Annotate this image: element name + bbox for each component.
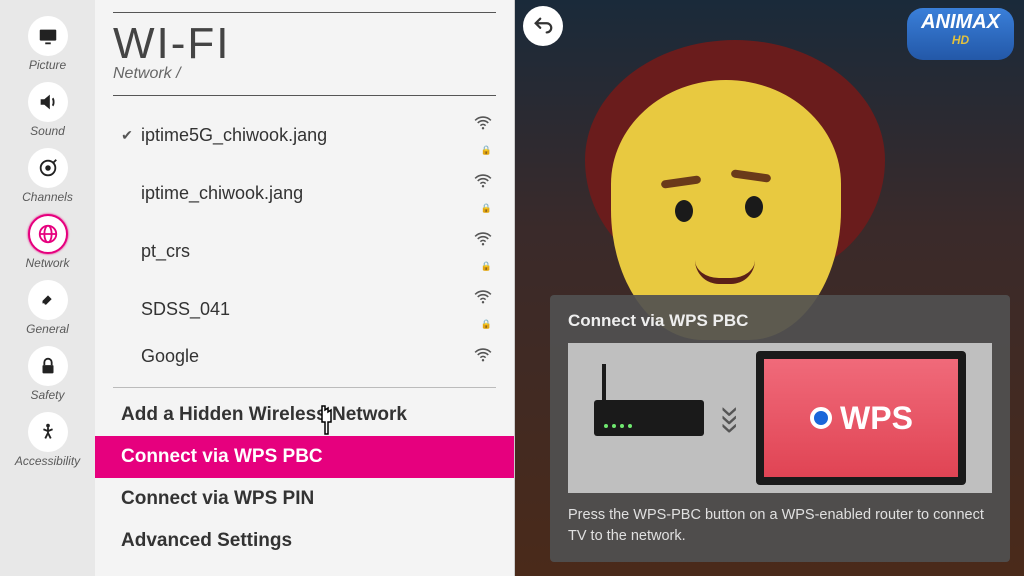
wifi-signal-icon: 🔒 <box>466 114 492 156</box>
network-icon <box>28 214 68 254</box>
divider <box>113 95 496 96</box>
wifi-settings-panel: WI-FI Network / ✔ iptime5G_chiwook.jang … <box>95 0 515 576</box>
divider <box>113 12 496 13</box>
safety-icon <box>28 346 68 386</box>
help-info-card: Connect via WPS PBC ››› WPS Press the WP… <box>550 295 1010 562</box>
sidebar-item-channels[interactable]: Channels <box>0 140 95 206</box>
help-title: Connect via WPS PBC <box>568 311 992 331</box>
option-connect-wps-pin[interactable]: Connect via WPS PIN <box>113 478 496 520</box>
router-icon <box>594 400 704 436</box>
tv-icon: WPS <box>756 351 966 485</box>
back-arrow-icon <box>532 15 554 37</box>
sidebar-item-network[interactable]: Network <box>0 206 95 272</box>
wifi-ssid: Google <box>137 346 466 367</box>
wifi-signal-icon: 🔒 <box>466 172 492 214</box>
connected-check-icon: ✔ <box>117 127 137 144</box>
channel-name: ANIMAX <box>921 11 1000 33</box>
wifi-network-list: ✔ iptime5G_chiwook.jang 🔒 iptime_chiwook… <box>113 98 496 383</box>
divider <box>113 387 496 388</box>
pointer-cursor-icon <box>312 404 342 445</box>
wps-label: WPS <box>840 400 913 437</box>
breadcrumb: Network / <box>113 65 496 83</box>
sidebar-item-label: Accessibility <box>15 454 80 468</box>
wifi-ssid: iptime_chiwook.jang <box>137 183 466 204</box>
channel-logo: ANIMAX HD <box>907 8 1014 60</box>
wifi-ssid: pt_crs <box>137 241 466 262</box>
wifi-ssid: SDSS_041 <box>137 299 466 320</box>
wifi-ssid: iptime5G_chiwook.jang <box>137 125 466 146</box>
wifi-signal-icon <box>466 346 492 367</box>
sidebar-item-general[interactable]: General <box>0 272 95 338</box>
sidebar-item-safety[interactable]: Safety <box>0 338 95 404</box>
general-icon <box>28 280 68 320</box>
settings-sidebar: Picture Sound Channels Network General S… <box>0 0 95 576</box>
wifi-signal-icon: 🔒 <box>466 230 492 272</box>
option-add-hidden-network[interactable]: Add a Hidden Wireless Network <box>113 394 496 436</box>
wifi-network-item[interactable]: pt_crs 🔒 <box>113 222 496 280</box>
sound-icon <box>28 82 68 122</box>
sidebar-item-accessibility[interactable]: Accessibility <box>0 404 95 470</box>
sidebar-item-label: Sound <box>30 124 65 138</box>
option-connect-wps-pbc[interactable]: Connect via WPS PBC <box>95 436 514 478</box>
channels-icon <box>28 148 68 188</box>
signal-waves-icon: ››› <box>711 406 750 431</box>
wifi-network-item[interactable]: iptime_chiwook.jang 🔒 <box>113 164 496 222</box>
sidebar-item-picture[interactable]: Picture <box>0 8 95 74</box>
channel-sub: HD <box>921 34 1000 46</box>
option-advanced-settings[interactable]: Advanced Settings <box>113 520 496 562</box>
wifi-network-item[interactable]: ✔ iptime5G_chiwook.jang 🔒 <box>113 106 496 164</box>
tv-preview: ANIMAX HD Connect via WPS PBC ››› WPS Pr… <box>515 0 1024 576</box>
sidebar-item-sound[interactable]: Sound <box>0 74 95 140</box>
page-title: WI-FI <box>113 19 496 69</box>
wifi-signal-icon: 🔒 <box>466 288 492 330</box>
sidebar-item-label: Channels <box>22 190 73 204</box>
help-description: Press the WPS-PBC button on a WPS-enable… <box>568 505 992 546</box>
back-button[interactable] <box>523 6 563 46</box>
sidebar-item-label: Network <box>25 256 69 270</box>
sidebar-item-label: Safety <box>30 388 64 402</box>
wps-diagram: ››› WPS <box>568 343 992 493</box>
sidebar-item-label: General <box>26 322 69 336</box>
wifi-network-item[interactable]: Google <box>113 338 496 375</box>
wifi-options-list: Add a Hidden Wireless Network Connect vi… <box>113 394 496 562</box>
wifi-network-item[interactable]: SDSS_041 🔒 <box>113 280 496 338</box>
sidebar-item-label: Picture <box>29 58 66 72</box>
accessibility-icon <box>28 412 68 452</box>
picture-icon <box>28 16 68 56</box>
